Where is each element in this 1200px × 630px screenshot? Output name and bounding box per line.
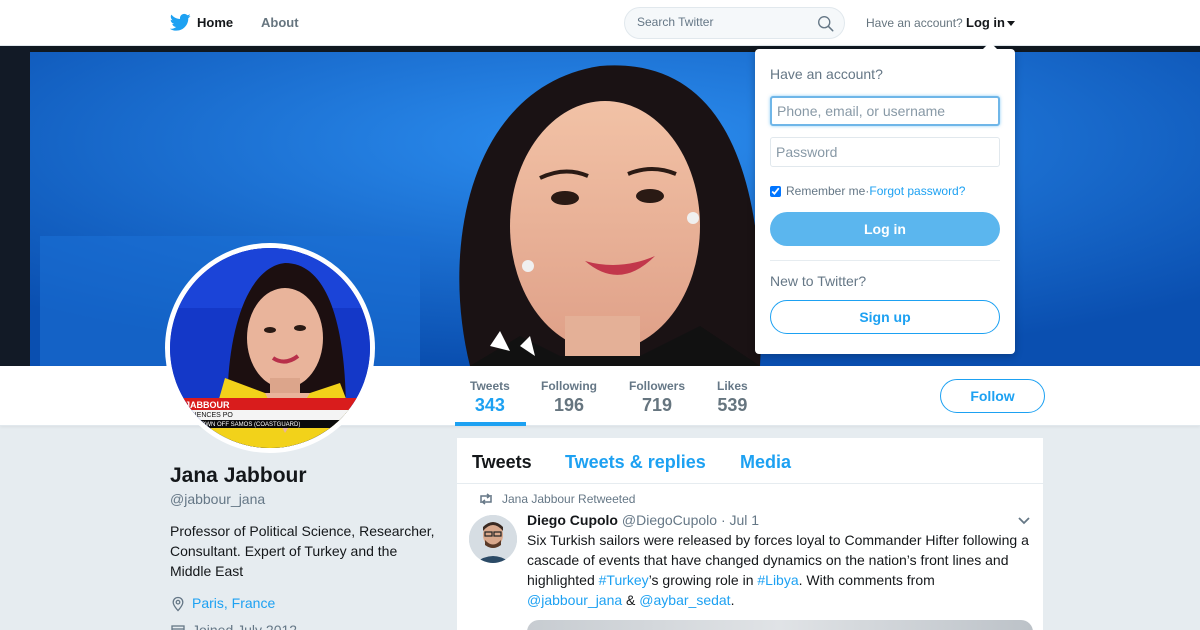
avatar-caption-name: JABBOUR xyxy=(185,400,230,410)
tweet-header: Diego Cupolo @DiegoCupolo · Jul 1 xyxy=(527,512,759,528)
hashtag-link[interactable]: #Turkey xyxy=(599,572,649,588)
active-stat-indicator xyxy=(455,422,526,426)
stat-tweets-label: Tweets xyxy=(470,379,510,393)
top-navigation-bar: Home About Have an account? Log in xyxy=(0,0,1200,46)
profile-bio: Professor of Political Science, Research… xyxy=(170,523,435,579)
stat-likes-value: 539 xyxy=(717,395,748,415)
tweet-text: Six Turkish sailors were released by for… xyxy=(527,530,1033,610)
retweet-context-text[interactable]: Jana Jabbour Retweeted xyxy=(502,492,635,506)
tweet-author-avatar[interactable] xyxy=(469,515,517,563)
tab-media[interactable]: Media xyxy=(740,452,791,473)
avatar-caption-affiliation: SCIENCES PO xyxy=(185,412,233,419)
have-account-text: Have an account? xyxy=(866,16,963,30)
retweet-context: Jana Jabbour Retweeted xyxy=(480,492,635,506)
tweet-author-handle[interactable]: @DiegoCupolo xyxy=(622,512,717,528)
new-to-twitter-text: New to Twitter? xyxy=(770,273,867,289)
stat-followers-value: 719 xyxy=(641,395,673,415)
timeline-tabs: Tweets Tweets & replies Media xyxy=(457,438,1045,484)
stat-likes-label: Likes xyxy=(717,379,748,393)
caret-down-icon xyxy=(1007,21,1015,27)
tweet-text-part: . With comments from xyxy=(798,572,935,588)
username-field[interactable] xyxy=(770,96,1000,126)
login-link-label: Log in xyxy=(966,15,1005,30)
hashtag-link[interactable]: #Libya xyxy=(757,572,798,588)
nav-about-link[interactable]: About xyxy=(261,15,299,30)
profile-handle[interactable]: @jabbour_jana xyxy=(170,491,265,507)
profile-location-text: Paris, France xyxy=(192,595,276,611)
tab-tweets-replies[interactable]: Tweets & replies xyxy=(565,452,706,473)
author-avatar-photo xyxy=(469,515,517,563)
stat-following-value: 196 xyxy=(553,395,585,415)
profile-location[interactable]: Paris, France xyxy=(170,595,276,612)
profile-joined: Joined July 2012 xyxy=(170,622,297,630)
follow-button[interactable]: Follow xyxy=(940,379,1045,413)
forgot-password-link[interactable]: Forgot password? xyxy=(869,184,965,198)
remember-me-checkbox[interactable] xyxy=(770,185,781,197)
avatar-caption-ticker: DROWN OFF SAMOS (COASTGUARD) xyxy=(192,422,300,428)
login-dropdown-toggle[interactable]: Log in xyxy=(966,15,1015,30)
chevron-down-icon[interactable] xyxy=(1017,516,1031,526)
retweet-icon xyxy=(480,493,492,505)
stat-tweets-value: 343 xyxy=(474,395,505,415)
divider xyxy=(770,260,1000,261)
search-icon[interactable] xyxy=(817,15,834,32)
mention-link[interactable]: @jabbour_jana xyxy=(527,592,622,608)
dropdown-notch xyxy=(983,42,997,49)
tweet-media-preview[interactable] xyxy=(527,620,1033,630)
calendar-icon xyxy=(171,625,185,630)
dropdown-title: Have an account? xyxy=(770,66,883,82)
tab-tweets[interactable]: Tweets xyxy=(472,452,532,473)
login-button[interactable]: Log in xyxy=(770,212,1000,246)
remember-row: Remember me · Forgot password? xyxy=(770,184,965,198)
tweet-date[interactable]: · Jul 1 xyxy=(721,512,759,528)
tweet-text-part: & xyxy=(622,592,640,608)
stat-following-label: Following xyxy=(541,379,597,393)
stat-tweets[interactable]: Tweets 343 xyxy=(470,379,510,416)
timeline-panel: Tweets Tweets & replies Media Jana Jabbo… xyxy=(456,437,1045,630)
tweet-text-part: . xyxy=(730,592,735,608)
remember-me-label[interactable]: Remember me xyxy=(786,184,865,198)
mention-link[interactable]: @aybar_sedat xyxy=(639,592,730,608)
profile-name[interactable]: Jana Jabbour xyxy=(170,464,307,488)
profile-joined-text: Joined July 2012 xyxy=(192,622,298,630)
signup-button[interactable]: Sign up xyxy=(770,300,1000,334)
stat-following[interactable]: Following 196 xyxy=(541,379,597,416)
tweet-text-part: ’s growing role in xyxy=(648,572,758,588)
password-field[interactable] xyxy=(770,137,1000,167)
stat-likes[interactable]: Likes 539 xyxy=(717,379,748,416)
search-input[interactable] xyxy=(637,15,807,29)
profile-avatar[interactable]: JABBOUR SCIENCES PO DROWN OFF SAMOS (COA… xyxy=(165,243,375,453)
stat-followers-label: Followers xyxy=(629,379,686,393)
login-dropdown: Have an account? Remember me · Forgot pa… xyxy=(755,42,1015,354)
stat-followers[interactable]: Followers 719 xyxy=(629,379,685,416)
twitter-logo-icon[interactable] xyxy=(170,13,191,32)
nav-home-link[interactable]: Home xyxy=(197,15,233,30)
location-pin-icon xyxy=(172,596,184,612)
tweet-author-name[interactable]: Diego Cupolo xyxy=(527,512,618,528)
avatar-photo: JABBOUR SCIENCES PO DROWN OFF SAMOS (COA… xyxy=(170,248,370,448)
search-box xyxy=(624,7,845,39)
